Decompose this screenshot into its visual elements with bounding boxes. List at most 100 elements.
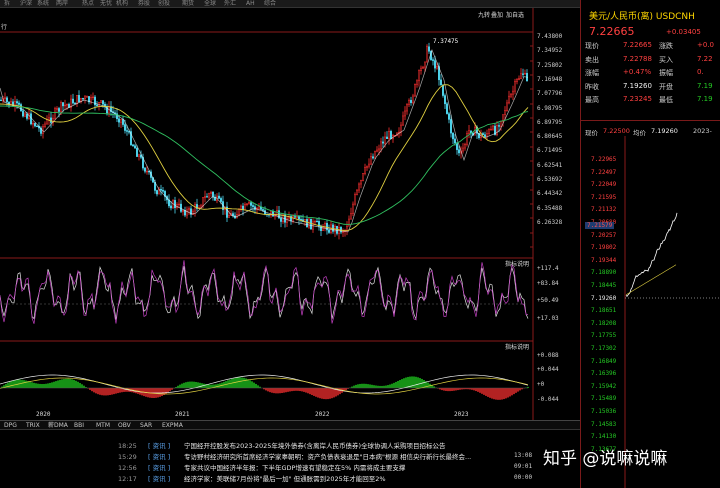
overlay-button[interactable]: 叠加 xyxy=(491,10,503,19)
macd-dif-line xyxy=(0,374,529,394)
menu-item[interactable]: 期货 xyxy=(182,0,194,8)
intraday-price-tick: 7.16849 xyxy=(591,357,617,365)
indicator-tab[interactable]: OBV xyxy=(118,422,131,430)
candlestick-body xyxy=(58,108,60,112)
macd-axis-label: +0.088 xyxy=(537,352,559,359)
indicator-help-1[interactable]: 指标说明 xyxy=(505,259,529,268)
candlestick-body xyxy=(370,156,372,165)
menu-item[interactable]: 券股 xyxy=(138,0,150,8)
menu-item[interactable]: 综合 xyxy=(264,0,276,8)
candlestick-body xyxy=(444,95,446,105)
price-change: +0.03405 xyxy=(666,28,701,36)
intraday-price-tick: 7.19802 xyxy=(591,244,617,252)
indicator-tab[interactable]: MTM xyxy=(96,422,110,430)
menu-item[interactable]: 系统 xyxy=(37,0,49,8)
intraday-price-tick: 7.21132 xyxy=(591,206,617,214)
candlestick-body xyxy=(400,124,402,133)
macd-axis-label: -0.044 xyxy=(537,396,559,403)
intraday-price-tick: 7.21595 xyxy=(591,193,617,201)
candlestick-body xyxy=(306,219,308,228)
menu-item[interactable]: 热点 xyxy=(82,0,94,8)
quote-value: 7.22665 xyxy=(623,41,652,49)
quote-value: 7.23245 xyxy=(623,95,652,103)
quote-value: +0.47% xyxy=(623,68,652,76)
candlestick-body xyxy=(436,66,438,69)
menu-item[interactable]: 外汇 xyxy=(224,0,236,8)
mini-date: 2023- xyxy=(693,127,712,135)
intraday-price-tick: 7.15942 xyxy=(591,382,617,390)
candlestick-body xyxy=(208,193,210,198)
indicator-tab[interactable]: BBI xyxy=(74,422,84,430)
indicator-tab[interactable]: 薪DMA xyxy=(48,422,68,430)
candlestick-body xyxy=(388,131,390,139)
candlestick-body xyxy=(6,97,8,103)
price-chart-svg xyxy=(0,8,534,420)
news-category: [ 资讯 ] xyxy=(148,464,171,472)
intraday-price-tick: 7.15036 xyxy=(591,408,617,415)
candlestick-body xyxy=(54,108,56,119)
candlestick-body xyxy=(490,128,492,131)
candlestick-body xyxy=(378,148,380,151)
menu-item[interactable]: 全球 xyxy=(204,0,216,8)
indicator-tab[interactable]: SAR xyxy=(140,422,152,430)
news-item[interactable]: 15:29 [ 资讯 ] 专访野村经济研究所首席经济学家辜朝明：资产负债表衰退是"日… xyxy=(0,452,580,462)
indicator-tab[interactable]: DPG xyxy=(4,422,17,430)
candlestick-body xyxy=(90,97,92,103)
intraday-price-tick: 7.18208 xyxy=(591,319,617,327)
indicator-tab[interactable]: EXPMA xyxy=(162,422,183,430)
candlestick-body xyxy=(24,113,26,117)
candlestick-body xyxy=(426,46,428,63)
menu-item[interactable]: 无忧 xyxy=(100,0,112,8)
menu-item[interactable]: 机构 xyxy=(116,0,128,8)
macd-axis-label: +0 xyxy=(537,381,545,388)
candlestick-body xyxy=(44,123,46,127)
candlestick-body xyxy=(232,213,234,217)
candlestick-body xyxy=(206,196,208,198)
nine-turn-button[interactable]: 九转 xyxy=(478,10,490,19)
candlestick-body xyxy=(390,131,392,140)
news-time: 18:25 xyxy=(118,442,137,450)
add-watchlist-button[interactable]: 加自选 xyxy=(506,10,524,19)
menu-item[interactable]: 创投 xyxy=(158,0,170,8)
candlestick-body xyxy=(310,218,312,230)
menu-item[interactable]: 沪深 xyxy=(20,0,32,8)
menu-item[interactable]: 拆 xyxy=(4,0,10,8)
menu-item[interactable]: AH xyxy=(246,0,255,8)
candlestick-body xyxy=(74,102,76,105)
news-time: 15:29 xyxy=(118,453,137,461)
candlestick-body xyxy=(486,133,488,137)
candlestick-body xyxy=(72,98,74,104)
year-label: 2023 xyxy=(454,411,469,418)
indicator-tab[interactable]: TRIX xyxy=(26,422,40,430)
menu-item[interactable]: 两岸 xyxy=(56,0,68,8)
news-item[interactable]: 12:56 [ 资讯 ] 专家共议中国经济半年报：下半年GDP增速有望稳定在5% 内… xyxy=(0,463,580,473)
candlestick-body xyxy=(220,198,222,202)
intraday-price-tick: 7.20257 xyxy=(591,231,617,239)
candlestick-body xyxy=(4,97,6,99)
candlestick-body xyxy=(286,217,288,223)
candlestick-body xyxy=(434,60,436,69)
candlestick-body xyxy=(484,134,486,137)
news-item[interactable]: 12:17 [ 资讯 ] 经济学家：美联储7月份将"最后一加" 但通胀需到2025年… xyxy=(0,474,580,484)
indicator-help-2[interactable]: 指标说明 xyxy=(505,342,529,351)
intraday-price-tick: 7.14583 xyxy=(591,420,617,428)
candlestick-body xyxy=(202,197,204,207)
y-axis-label: 6.89795 xyxy=(537,118,563,126)
candlestick-body xyxy=(188,208,190,211)
watermark: 知乎 @说嘛说嘛 xyxy=(543,449,668,469)
candlestick-body xyxy=(258,206,260,209)
quote-value: +0.0 xyxy=(697,41,714,49)
candlestick-body xyxy=(492,125,494,130)
candlestick-body xyxy=(364,167,366,174)
main-chart[interactable]: 行 九转 叠加 加自选 7.37475 指标说明 指标说明 2020 2021 … xyxy=(0,8,580,420)
news-item[interactable]: 18:25 [ 资讯 ] 宁国经开控股发布2023-2025年境外债券(含离岸人民币… xyxy=(0,441,580,451)
news-category: [ 资讯 ] xyxy=(148,453,171,461)
intraday-price-tick: 7.14130 xyxy=(591,433,617,441)
y-axis-label: 6.98795 xyxy=(537,104,563,112)
candlestick-body xyxy=(382,141,384,144)
candlestick-body xyxy=(132,144,134,147)
candlestick-body xyxy=(250,202,252,206)
candlestick-body xyxy=(510,93,512,97)
candlestick-body xyxy=(228,215,230,218)
candlestick-body xyxy=(402,115,404,126)
